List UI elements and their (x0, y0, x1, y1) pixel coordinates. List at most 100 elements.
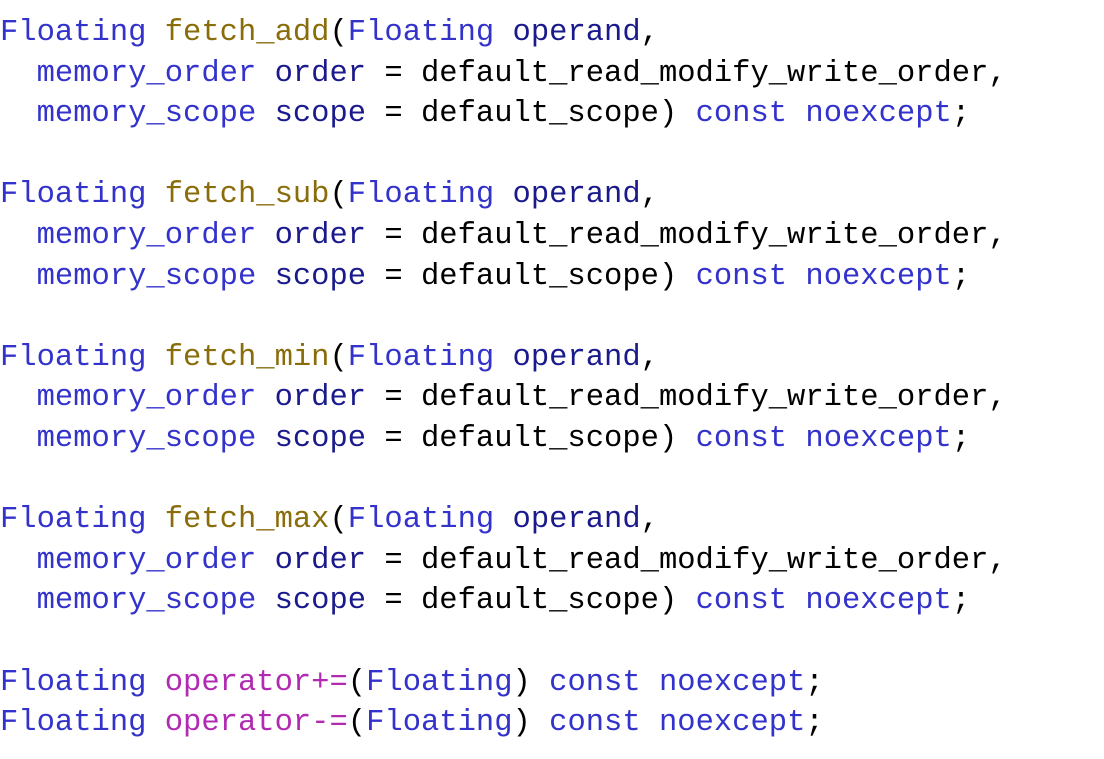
code-token-keyword: noexcept (805, 259, 952, 294)
code-token-punct: ) (512, 706, 550, 741)
code-token-keyword: const (695, 97, 788, 132)
code-token-param: operand (512, 503, 641, 538)
code-token-plain: default_read_modify_write_order (421, 381, 989, 416)
code-token-plain: = (366, 543, 421, 578)
code-token-type: Floating (0, 706, 147, 741)
code-token-param: operand (512, 340, 641, 375)
code-token-type: Floating (366, 706, 513, 741)
code-token-punct: ( (329, 340, 348, 375)
code-token-punct: ( (347, 706, 367, 741)
code-token-plain: default_scope (421, 584, 659, 619)
code-token-keyword: noexcept (805, 584, 952, 619)
code-token-plain: default_read_modify_write_order (421, 218, 989, 253)
code-token-punct: ; (951, 259, 971, 294)
code-token-punct: ) (658, 421, 696, 456)
code-token-param: scope (274, 259, 367, 294)
code-token-plain: default_scope (421, 259, 659, 294)
code-token-punct: ; (951, 97, 971, 132)
code-token-param: scope (274, 584, 367, 619)
code-token-type: Floating (0, 178, 147, 213)
code-token-operator: operator+= (164, 665, 348, 700)
code-token-type: memory_order (36, 381, 257, 416)
code-token-type: memory_order (36, 218, 257, 253)
code-line: memory_scope scope = default_scope) cons… (0, 257, 1104, 298)
code-token-punct: , (988, 218, 1007, 253)
code-line: memory_order order = default_read_modify… (0, 378, 1104, 419)
code-token-param: order (274, 381, 367, 416)
code-line: Floating operator-=(Floating) const noex… (0, 703, 1104, 744)
code-token-punct: ( (329, 503, 348, 538)
code-token-param: order (274, 218, 367, 253)
code-token-punct: , (988, 381, 1007, 416)
code-token-punct: ; (951, 421, 971, 456)
code-token-punct: ; (805, 706, 824, 741)
code-token-plain: = (366, 259, 421, 294)
code-token-param: scope (274, 97, 367, 132)
code-token-type: Floating (347, 340, 495, 375)
code-token-punct: ) (658, 584, 696, 619)
code-token-plain: = (366, 584, 421, 619)
code-token-type: memory_scope (36, 421, 257, 456)
code-token-type: Floating (347, 178, 495, 213)
code-token-keyword: const (549, 706, 641, 741)
code-token-type: Floating (0, 665, 147, 700)
code-token-keyword: noexcept (658, 706, 806, 741)
code-token-func: fetch_sub (164, 178, 330, 213)
code-token-param: order (274, 543, 367, 578)
code-token-type: Floating (347, 16, 495, 50)
code-token-keyword: const (695, 421, 788, 456)
code-token-plain: = (366, 381, 421, 416)
code-token-punct: ) (512, 665, 550, 700)
code-token-operator: operator-= (164, 706, 348, 741)
code-token-type: Floating (347, 503, 495, 538)
code-token-type: memory_scope (36, 259, 257, 294)
code-token-plain: = (366, 218, 421, 253)
code-token-plain: default_read_modify_write_order (421, 56, 989, 91)
code-token-punct: , (988, 543, 1007, 578)
code-token-punct: , (640, 340, 659, 375)
code-token-type: memory_order (36, 543, 257, 578)
code-token-plain: default_scope (421, 421, 659, 456)
code-token-keyword: const (695, 259, 788, 294)
code-token-keyword: noexcept (805, 421, 952, 456)
code-line: Floating fetch_min(Floating operand, (0, 338, 1104, 379)
code-token-punct: ( (329, 16, 348, 50)
code-token-plain: = (366, 421, 421, 456)
code-token-func: fetch_add (164, 16, 330, 50)
code-token-punct: , (988, 56, 1007, 91)
code-line: Floating operator+=(Floating) const noex… (0, 663, 1104, 704)
code-token-keyword: noexcept (805, 97, 952, 132)
code-token-type: memory_scope (36, 97, 257, 132)
code-token-type: memory_order (36, 56, 257, 91)
code-token-punct: , (640, 503, 659, 538)
code-token-punct: ( (347, 665, 367, 700)
